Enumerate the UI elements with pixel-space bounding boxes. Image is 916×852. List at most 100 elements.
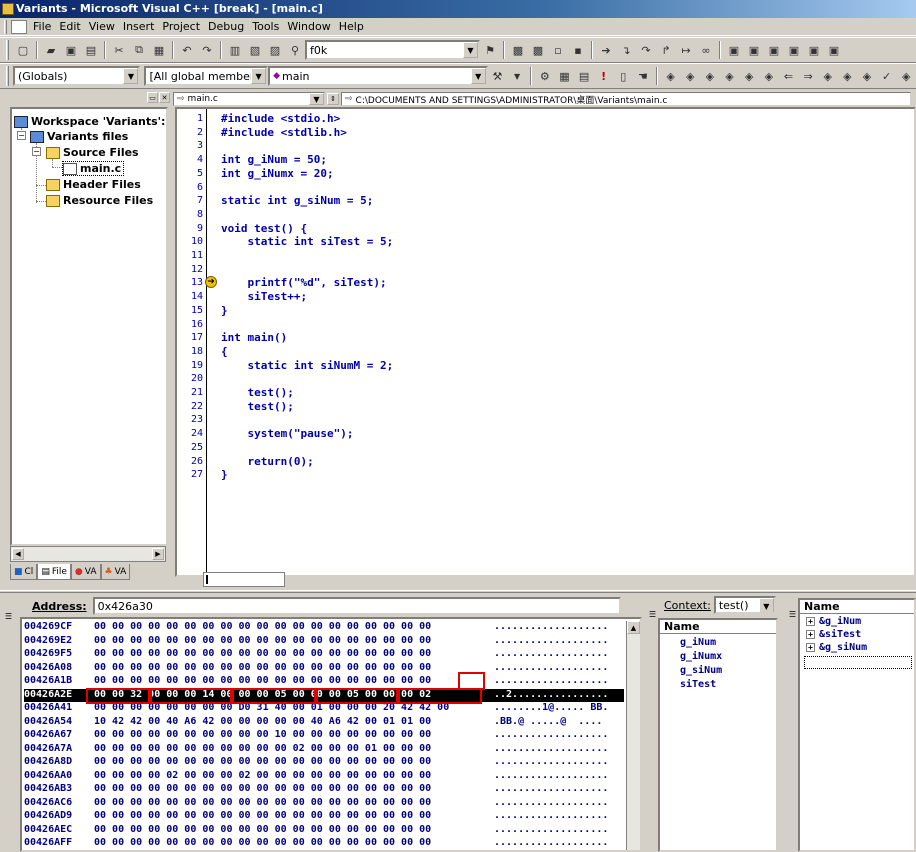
memory-dump[interactable]: 004269CF 00 00 00 00 00 00 00 00 00 00 00…	[20, 617, 642, 852]
memory-window-icon[interactable]: ▣	[785, 41, 803, 59]
tree-project[interactable]: Variants files	[30, 130, 128, 143]
close-icon[interactable]: ✕	[159, 92, 170, 103]
expand-icon[interactable]: +	[806, 630, 815, 639]
copy-icon[interactable]: ⧉	[130, 41, 148, 59]
memory-row[interactable]: 004269CF 00 00 00 00 00 00 00 00 00 00 00…	[24, 621, 624, 634]
chevron-down-icon[interactable]: ▼	[309, 93, 324, 105]
spin-icon[interactable]: ⇕	[327, 93, 339, 105]
expand-icon[interactable]: +	[806, 617, 815, 626]
workspace-icon[interactable]: ▥	[226, 41, 244, 59]
memory-row[interactable]: 00426A8D 00 00 00 00 00 00 00 00 00 00 00…	[24, 756, 624, 769]
menu-project[interactable]: Project	[158, 19, 204, 35]
va-icon-1[interactable]: ◈	[662, 67, 680, 85]
menu-view[interactable]: View	[85, 19, 119, 35]
stop-build-icon[interactable]: ▫	[549, 41, 567, 59]
memory-row[interactable]: 00426AEC 00 00 00 00 00 00 00 00 00 00 00…	[24, 824, 624, 837]
window-list-icon[interactable]: ▨	[266, 41, 284, 59]
chevron-down-icon[interactable]: ▼	[758, 598, 774, 612]
menu-tools[interactable]: Tools	[248, 19, 283, 35]
tab-va-1[interactable]: ● VA	[70, 564, 101, 580]
step-over-icon[interactable]: ↷	[637, 41, 655, 59]
address-input[interactable]: 0x426a30	[92, 597, 621, 615]
variables-window-icon[interactable]: ▣	[745, 41, 763, 59]
va-icon-9[interactable]: ◈	[858, 67, 876, 85]
memory-row[interactable]: 00426A67 00 00 00 00 00 00 00 00 00 00 10…	[24, 729, 624, 742]
paste-icon[interactable]: ▦	[150, 41, 168, 59]
memory-row[interactable]: 00426A08 00 00 00 00 00 00 00 00 00 00 00…	[24, 662, 624, 675]
scroll-right-icon[interactable]: ▶	[152, 548, 164, 560]
output-icon[interactable]: ▧	[246, 41, 264, 59]
variables-name-header[interactable]: Name	[660, 620, 776, 634]
scope-combo[interactable]: (Globals) ▼	[12, 66, 141, 86]
memory-row[interactable]: 00426A1B 00 00 00 00 00 00 00 00 00 00 00…	[24, 675, 624, 688]
workspace-hscrollbar[interactable]: ◀ ▶	[10, 546, 166, 562]
cut-icon[interactable]: ✂	[110, 41, 128, 59]
tree-file-main-c[interactable]: main.c	[62, 161, 125, 176]
memory-row[interactable]: 00426AB3 00 00 00 00 00 00 00 00 00 00 00…	[24, 783, 624, 796]
compile-mini-icon[interactable]: ▤	[575, 67, 593, 85]
variable-item[interactable]: g_iNumx	[680, 651, 722, 662]
tab-classview[interactable]: ■ Cl	[10, 564, 38, 580]
scroll-left-icon[interactable]: ◀	[12, 548, 24, 560]
find-in-files-icon[interactable]: ⚲	[286, 41, 304, 59]
expand-icon[interactable]: +	[806, 643, 815, 652]
chevron-down-icon[interactable]: ▼	[463, 42, 478, 58]
memory-row[interactable]: 00426A54 10 42 42 00 40 A6 42 00 00 00 00…	[24, 716, 624, 729]
spell-check-icon[interactable]: ✓	[878, 67, 896, 85]
forward-arrow-icon[interactable]: ⇒	[799, 67, 817, 85]
collapse-icon[interactable]: −	[17, 131, 26, 140]
variable-item[interactable]: siTest	[680, 679, 716, 690]
build-icon[interactable]: ▩	[529, 41, 547, 59]
exclamation-icon[interactable]: !	[595, 67, 613, 85]
watch-window-icon[interactable]: ▣	[725, 41, 743, 59]
menu-insert[interactable]: Insert	[119, 19, 159, 35]
editor-hscrollbar[interactable]	[203, 572, 285, 587]
editor-file-combo[interactable]: ⇨ main.c ▼	[173, 92, 325, 106]
tree-source-files[interactable]: Source Files	[46, 146, 139, 159]
chevron-down-icon[interactable]: ▼	[470, 68, 486, 84]
find-combo[interactable]: f0k ▼	[305, 40, 480, 60]
document-icon[interactable]	[11, 19, 27, 34]
va-icon-8[interactable]: ◈	[839, 67, 857, 85]
watch-item[interactable]: + &siTest	[806, 629, 861, 640]
wizard-action-icon[interactable]: ⚒	[489, 67, 507, 85]
tree-workspace-root[interactable]: Workspace 'Variants':	[14, 115, 165, 128]
hand-icon[interactable]: ☚	[634, 67, 652, 85]
step-into-icon[interactable]: ↴	[617, 41, 635, 59]
va-icon-3[interactable]: ◈	[701, 67, 719, 85]
run-to-cursor-icon[interactable]: ↦	[677, 41, 695, 59]
watch-item[interactable]: + &g_iNum	[806, 616, 861, 627]
code-editor[interactable]: 1 2 3 4 5 6 7 8 9 10 11 12 13 14 15 16 17 18 19 20 21 22 23 24 2…	[175, 107, 916, 577]
watch-name-header[interactable]: Name	[800, 600, 914, 614]
memory-row[interactable]: 004269F5 00 00 00 00 00 00 00 00 00 00 00…	[24, 648, 624, 661]
new-file-icon[interactable]: ▢	[14, 41, 32, 59]
step-out-icon[interactable]: ↱	[657, 41, 675, 59]
chevron-down-icon[interactable]: ▼	[508, 67, 526, 85]
scroll-up-icon[interactable]: ▲	[627, 621, 640, 634]
menu-debug[interactable]: Debug	[204, 19, 248, 35]
compile-icon[interactable]: ▩	[509, 41, 527, 59]
find-icon[interactable]: ⚑	[481, 41, 499, 59]
va-icon-5[interactable]: ◈	[740, 67, 758, 85]
memory-row[interactable]: 00426AC6 00 00 00 00 00 00 00 00 00 00 00…	[24, 797, 624, 810]
tree-header-files[interactable]: Header Files	[46, 178, 141, 191]
memory-row[interactable]: 00426AD9 00 00 00 00 00 00 00 00 00 00 00…	[24, 810, 624, 823]
scroll-thumb[interactable]	[206, 575, 208, 584]
build-mini-icon[interactable]: ▦	[556, 67, 574, 85]
variables-list[interactable]: Name g_iNum g_iNumx g_siNum siTest	[658, 618, 778, 852]
memory-vscrollbar[interactable]: ▲	[626, 621, 640, 850]
variable-item[interactable]: g_iNum	[680, 637, 716, 648]
dock-icon[interactable]: ▭	[147, 92, 158, 103]
open-icon[interactable]: ▰	[42, 41, 60, 59]
function-combo[interactable]: ◆ main ▼	[268, 66, 488, 86]
menu-file[interactable]: File	[29, 19, 55, 35]
collapse-icon[interactable]: −	[32, 147, 41, 156]
undo-icon[interactable]: ↶	[178, 41, 196, 59]
chevron-down-icon[interactable]: ▼	[123, 68, 139, 84]
members-combo[interactable]: [All global members ▼	[144, 66, 269, 86]
va-icon-7[interactable]: ◈	[819, 67, 837, 85]
tree-resource-files[interactable]: Resource Files	[46, 194, 153, 207]
save-all-icon[interactable]: ▤	[82, 41, 100, 59]
variable-item[interactable]: g_siNum	[680, 665, 722, 676]
menu-window[interactable]: Window	[283, 19, 334, 35]
